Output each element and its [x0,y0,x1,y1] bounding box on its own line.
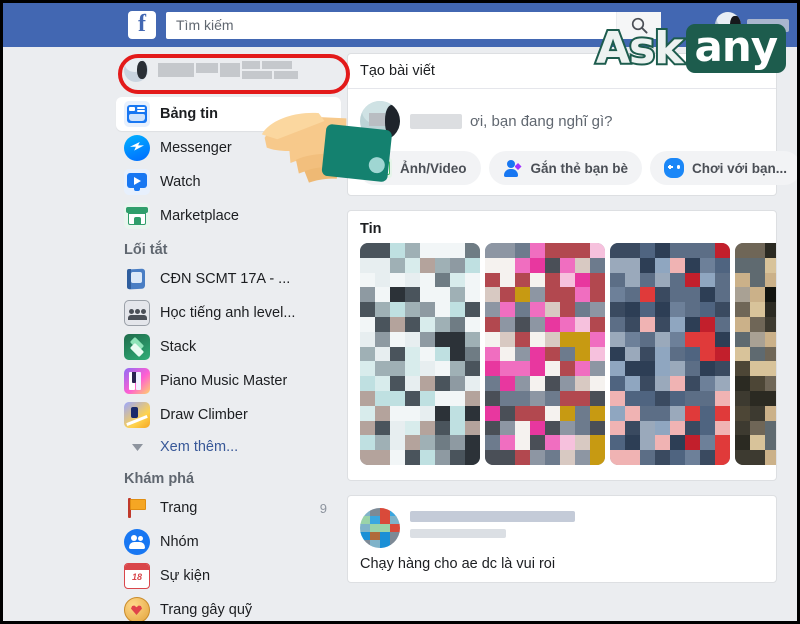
sidebar-shortcut-hoc-tieng-anh[interactable]: Học tiếng anh level... [116,296,341,330]
photo-video-icon [372,158,392,178]
piano-game-icon [124,368,150,394]
chevron-down-icon [124,443,150,451]
composer-input-row[interactable]: ơi, bạn đang nghĩ gì? [348,89,776,151]
messenger-icon [124,135,150,161]
play-with-friends-icon [664,158,685,178]
shortcuts-section-title: Lối tắt [124,242,168,258]
user-firstname-redacted [410,113,462,129]
sidebar-item-label: Marketplace [160,208,239,224]
see-more-button[interactable]: Xem thêm... [116,432,341,462]
sidebar-item-label: Piano Music Master [160,373,288,389]
calendar-day-number: 18 [131,572,142,582]
see-more-label: Xem thêm... [160,439,239,455]
stories-card: Tin [347,210,777,481]
watch-icon [124,169,150,195]
main-feed: Tạo bài viết ơi, bạn đang nghĩ gì? Ảnh/V… [347,53,797,597]
fundraiser-heart-icon [124,597,150,621]
facebook-logo-icon[interactable]: f [128,11,156,39]
explore-section-title: Khám phá [124,471,195,487]
tag-friends-button[interactable]: Gắn thẻ bạn bè [488,151,643,185]
sidebar-item-label: Bảng tin [160,106,218,122]
stories-title: Tin [360,221,382,237]
composer-action-buttons: Ảnh/Video Gắn thẻ bạn bè Chơi với bạn... [348,151,797,195]
sidebar-item-marketplace[interactable]: Marketplace [116,199,341,233]
play-with-friends-button[interactable]: Chơi với bạn... [650,151,797,185]
sidebar-item-messenger[interactable]: Messenger [116,131,341,165]
photo-video-button[interactable]: Ảnh/Video [358,151,481,185]
post-text: Chạy hàng cho ae dc là vui roi [360,556,556,572]
avatar [360,101,400,141]
sidebar-item-pages[interactable]: Trang 9 [116,491,341,525]
chevron-glyph [131,443,143,451]
sidebar-item-label: Messenger [160,140,232,156]
stack-game-icon [124,334,150,360]
story-item[interactable] [610,243,730,465]
header-right-controls [715,3,797,47]
facebook-screen: f Tìm kiếm Bảng tin Messenger Watch Mark… [3,3,797,621]
sidebar-item-label: Trang [160,500,198,516]
sidebar-shortcut-draw-climber[interactable]: Draw Climber [116,398,341,432]
story-item[interactable] [360,243,480,465]
post-placeholder[interactable]: ơi, bạn đang nghĩ gì? [410,113,612,130]
magnifier-glyph [631,17,648,34]
feed-post-card: Chạy hàng cho ae dc là vui roi [347,495,777,583]
profile-name-redacted [158,61,308,79]
group-book-icon [124,266,150,292]
sidebar-shortcut-cdn-scmt[interactable]: CĐN SCMT 17A - ... [116,262,341,296]
post-header [348,496,776,552]
header-avatar[interactable] [715,12,741,38]
sidebar-item-fundraiser[interactable]: Trang gây quỹ [116,593,341,621]
avatar[interactable] [360,508,400,548]
sidebar-item-label: Học tiếng anh level... [160,305,296,321]
sidebar-item-events[interactable]: 18 Sự kiện [116,559,341,593]
sidebar-item-label: CĐN SCMT 17A - ... [160,271,291,287]
sidebar-item-label: Trang gây quỹ [160,602,253,618]
sidebar-shortcut-stack[interactable]: Stack [116,330,341,364]
groups-icon [124,529,150,555]
photo-video-label: Ảnh/Video [400,160,467,176]
sidebar-item-groups[interactable]: Nhóm [116,525,341,559]
top-navigation-bar: f [3,3,797,47]
left-sidebar: Bảng tin Messenger Watch Marketplace Lối… [116,47,350,621]
group-people-icon [124,300,150,326]
story-item[interactable] [735,243,776,465]
sidebar-item-watch[interactable]: Watch [116,165,341,199]
sidebar-item-label: Watch [160,174,201,190]
sidebar-shortcut-piano-music-master[interactable]: Piano Music Master [116,364,341,398]
post-author-redacted [410,508,764,548]
sidebar-item-label: Stack [160,339,197,355]
search-bar[interactable] [166,11,661,39]
sidebar-item-label: Nhóm [160,534,199,550]
stories-strip[interactable] [348,243,776,480]
avatar [124,58,148,82]
play-with-friends-label: Chơi với bạn... [692,160,787,176]
pages-count-badge: 9 [319,500,327,516]
draw-climber-game-icon [124,402,150,428]
search-icon[interactable] [616,11,661,39]
create-post-card: Tạo bài viết ơi, bạn đang nghĩ gì? Ảnh/V… [347,53,797,196]
sidebar-item-label: Sự kiện [160,568,211,584]
tag-friends-icon [503,158,523,178]
news-feed-icon [124,101,150,127]
story-item[interactable] [485,243,605,465]
marketplace-icon [124,203,150,229]
events-calendar-icon: 18 [124,563,150,589]
sidebar-item-label: Draw Climber [160,407,248,423]
create-post-title: Tạo bài viết [348,54,776,89]
pages-flag-icon [124,495,150,521]
search-input[interactable] [166,11,616,39]
header-profile-name-redacted[interactable] [747,18,789,32]
sidebar-item-news-feed[interactable]: Bảng tin [116,97,341,131]
tag-friends-label: Gắn thẻ bạn bè [530,160,629,176]
post-placeholder-text: ơi, bạn đang nghĩ gì? [470,112,613,130]
sidebar-profile-link[interactable] [116,53,340,87]
